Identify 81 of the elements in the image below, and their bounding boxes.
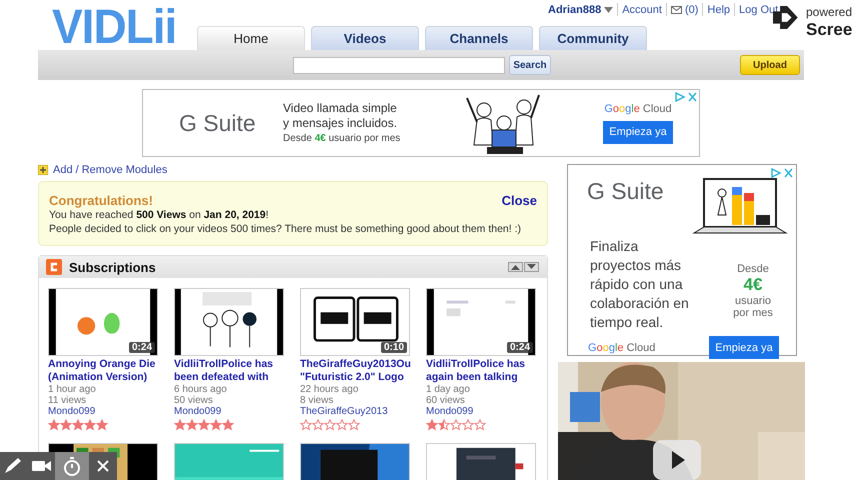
star-icon	[348, 419, 360, 431]
star-icon	[96, 419, 108, 431]
username-link[interactable]: Adrian888	[548, 4, 602, 16]
notice-text: You have reached 500 Views on Jan 20, 2019!	[49, 208, 269, 222]
notice-text: People decided to click on your videos 500 times? There must be something good about them then! :)	[49, 222, 522, 236]
brand-label: Scree	[806, 20, 852, 40]
star-icon	[84, 419, 96, 431]
star-icon	[324, 419, 336, 431]
nav-tab[interactable]: Videos	[311, 26, 419, 50]
star-icon	[186, 419, 198, 431]
author-link[interactable]: Mondo099	[174, 406, 284, 418]
star-icon	[60, 419, 72, 431]
star-icon	[210, 419, 222, 431]
nav-tab[interactable]: Home	[197, 26, 305, 50]
sidebar-ad[interactable]: G Suite Finaliza proyectos más rápido con una colaboración en tiempo real. Desde 4€ usuario por mes Google Cloud Empieza ya	[567, 164, 797, 356]
price-label: Desde	[737, 263, 769, 275]
ad-text: y mensajes incluidos.	[283, 116, 398, 130]
duration-label: 0:24	[506, 342, 533, 353]
ad-brand: G Suite	[179, 110, 257, 136]
caret-icon[interactable]	[604, 6, 614, 12]
nav-tab[interactable]: Community	[539, 26, 647, 50]
duration-label: 0:24	[128, 342, 155, 353]
search-button[interactable]: Search	[509, 55, 551, 75]
duration-label: 0:10	[380, 342, 407, 353]
star-icon	[222, 419, 234, 431]
subscriptions-icon	[46, 259, 62, 275]
price-value: 4€	[744, 275, 762, 295]
play-button[interactable]	[653, 440, 701, 480]
upload-age: 22 hours ago	[300, 384, 360, 395]
star-icon	[462, 419, 474, 431]
cta-button[interactable]: Empieza ya	[603, 120, 673, 144]
header-link[interactable]: (0)	[684, 4, 698, 16]
timer-icon[interactable]	[55, 452, 89, 480]
search-field[interactable]	[293, 56, 505, 74]
modules-link[interactable]: Add / Remove Modules	[53, 164, 168, 176]
upload-age: 1 hour ago	[48, 384, 97, 395]
star-icon	[450, 419, 462, 431]
powered-label: powered	[806, 5, 852, 20]
close-link[interactable]: Close	[502, 193, 537, 208]
star-icon	[312, 419, 324, 431]
upload-age: 6 hours ago	[174, 384, 228, 395]
star-icon	[174, 419, 186, 431]
star-icon	[438, 419, 450, 431]
upload-age: 1 day ago	[426, 384, 471, 395]
star-icon	[198, 419, 210, 431]
cta-button[interactable]: Empieza ya	[709, 336, 779, 359]
video-title-link[interactable]: VidliiTrollPolice has been defeated with	[174, 358, 286, 384]
panel-title: Subscriptions	[69, 260, 156, 274]
view-count: 50 views	[174, 395, 214, 406]
price-unit: usuario por mes	[733, 295, 773, 319]
star-icon	[300, 419, 312, 431]
video-title-link[interactable]: TheGiraffeGuy2013Ou "Futuristic 2.0" Logo	[300, 358, 412, 384]
star-icon	[426, 419, 438, 431]
ad-text: Video llamada simple	[283, 100, 398, 116]
author-link[interactable]: Mondo099	[48, 406, 158, 418]
notice-title: Congratulations!	[49, 193, 153, 208]
video-title-link[interactable]: VidliiTrollPolice has again been talking	[426, 358, 538, 384]
star-icon	[48, 419, 60, 431]
banner-ad[interactable]: G Suite Video llamada simple y mensajes incluidos. Desde 4€ usuario por mes Google Cloud Empieza ya	[142, 89, 700, 157]
view-count: 60 views	[426, 395, 466, 406]
author-link[interactable]: TheGiraffeGuy2013	[300, 406, 410, 418]
google-cloud-logo: Google Cloud	[604, 102, 672, 114]
author-link[interactable]: Mondo099	[426, 406, 536, 418]
ad-text: Finaliza proyectos más rápido con una colaboración en tiempo real.	[590, 237, 690, 332]
upload-button[interactable]: Upload	[740, 55, 800, 75]
star-icon	[474, 419, 486, 431]
star-icon	[72, 419, 84, 431]
envelope-icon[interactable]	[670, 6, 682, 14]
move-up-icon[interactable]	[508, 262, 523, 272]
star-icon	[336, 419, 348, 431]
view-count: 11 views	[48, 395, 88, 406]
google-cloud-logo: Google Cloud	[588, 342, 656, 354]
video-title-link[interactable]: Annoying Orange Die (Animation Version)	[48, 358, 160, 384]
ad-price-text: Desde 4€ usuario por mes	[283, 132, 402, 146]
header-link[interactable]: Help	[707, 4, 730, 16]
move-down-icon[interactable]	[524, 262, 539, 272]
view-count: 8 views	[300, 395, 334, 406]
ad-brand: G Suite	[587, 178, 664, 205]
plus-icon[interactable]	[38, 165, 48, 175]
header-link[interactable]: Account	[622, 4, 662, 16]
nav-tab[interactable]: Channels	[425, 26, 533, 50]
